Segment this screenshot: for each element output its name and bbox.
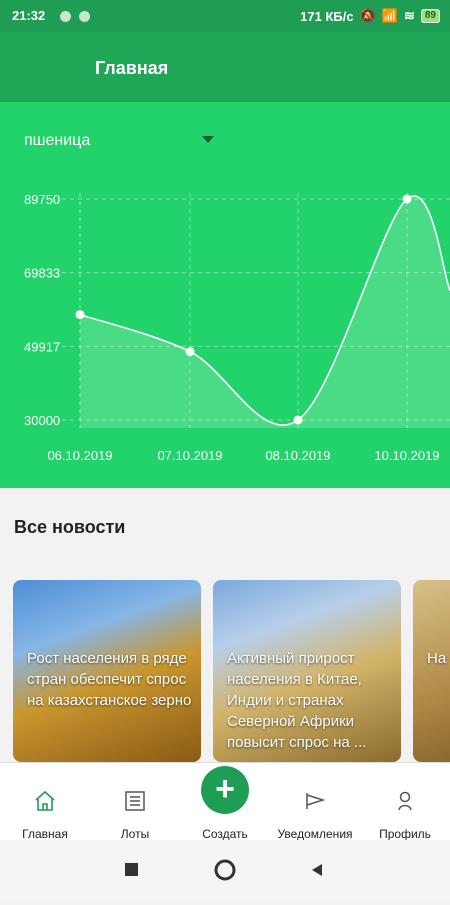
news-card[interactable]: Активный прирост населения в Китае, Инди… [213,580,401,762]
data-point[interactable] [293,415,303,425]
data-point[interactable] [402,194,412,204]
data-point[interactable] [75,310,85,320]
price-chart-panel: пшеница 30000 49917 69833 89750 06.10.2019 07… [0,102,450,488]
y-tick-label: 69833 [24,266,60,281]
network-speed: 171 КБ/с [300,8,354,24]
data-point[interactable] [185,347,195,357]
price-chart: 30000 49917 69833 89750 06.10.2019 07.10.2019… [24,192,450,463]
status-right: 171 КБ/с 🔕 📶 ≋ 89 [300,8,440,24]
notification-dots [60,10,98,25]
nav-home-label: Главная [22,827,68,841]
recents-icon[interactable] [125,863,138,876]
news-card-text: На ос им зе [427,650,450,667]
series-area [80,195,450,428]
notification-icon [79,11,90,22]
news-carousel[interactable]: Рост населения в ряде стран обеспечит сп… [0,580,450,762]
list-icon [125,791,145,811]
nav-create-label: Создать [202,827,248,841]
news-section-title: Все новости [14,517,126,537]
nav-profile-label: Профиль [379,827,431,841]
y-tick-label: 30000 [24,413,60,428]
nav-notifications-label: Уведомления [277,827,353,841]
battery-indicator: 89 [420,9,440,23]
x-tick-label: 08.10.2019 [265,448,330,463]
nav-lots-label: Лоты [120,827,150,841]
news-card-text: Рост населения в ряде стран обеспечит сп… [27,650,192,709]
news-card[interactable]: Рост населения в ряде стран обеспечит сп… [13,580,201,762]
megaphone-icon [306,793,326,809]
home-nav-icon[interactable] [214,859,236,881]
wifi-icon: ≋ [403,8,415,23]
system-nav-bar [0,840,450,900]
page-title: Главная [95,58,169,78]
y-tick-label: 49917 [24,339,60,354]
system-nav-buttons [125,859,322,881]
y-tick-label: 89750 [24,192,60,207]
home-icon [35,790,55,811]
app-bar: Главная [0,32,450,102]
status-bar: 21:32 171 КБ/с 🔕 📶 ≋ 89 [0,0,450,32]
person-icon [398,791,412,811]
back-icon[interactable] [312,864,322,876]
x-tick-label: 10.10.2019 [374,448,439,463]
mute-icon: 🔕 [359,8,376,23]
signal-icon: 📶 [381,8,398,23]
news-card[interactable]: На ос им зе [413,580,450,762]
plus-icon: + [215,770,235,808]
create-button[interactable]: + [201,766,249,814]
news-card-text: Активный прирост населения в Китае, Инди… [227,650,367,751]
x-tick-label: 07.10.2019 [157,448,222,463]
status-time: 21:32 [12,8,46,23]
x-tick-label: 06.10.2019 [47,448,112,463]
notification-icon [60,11,71,22]
